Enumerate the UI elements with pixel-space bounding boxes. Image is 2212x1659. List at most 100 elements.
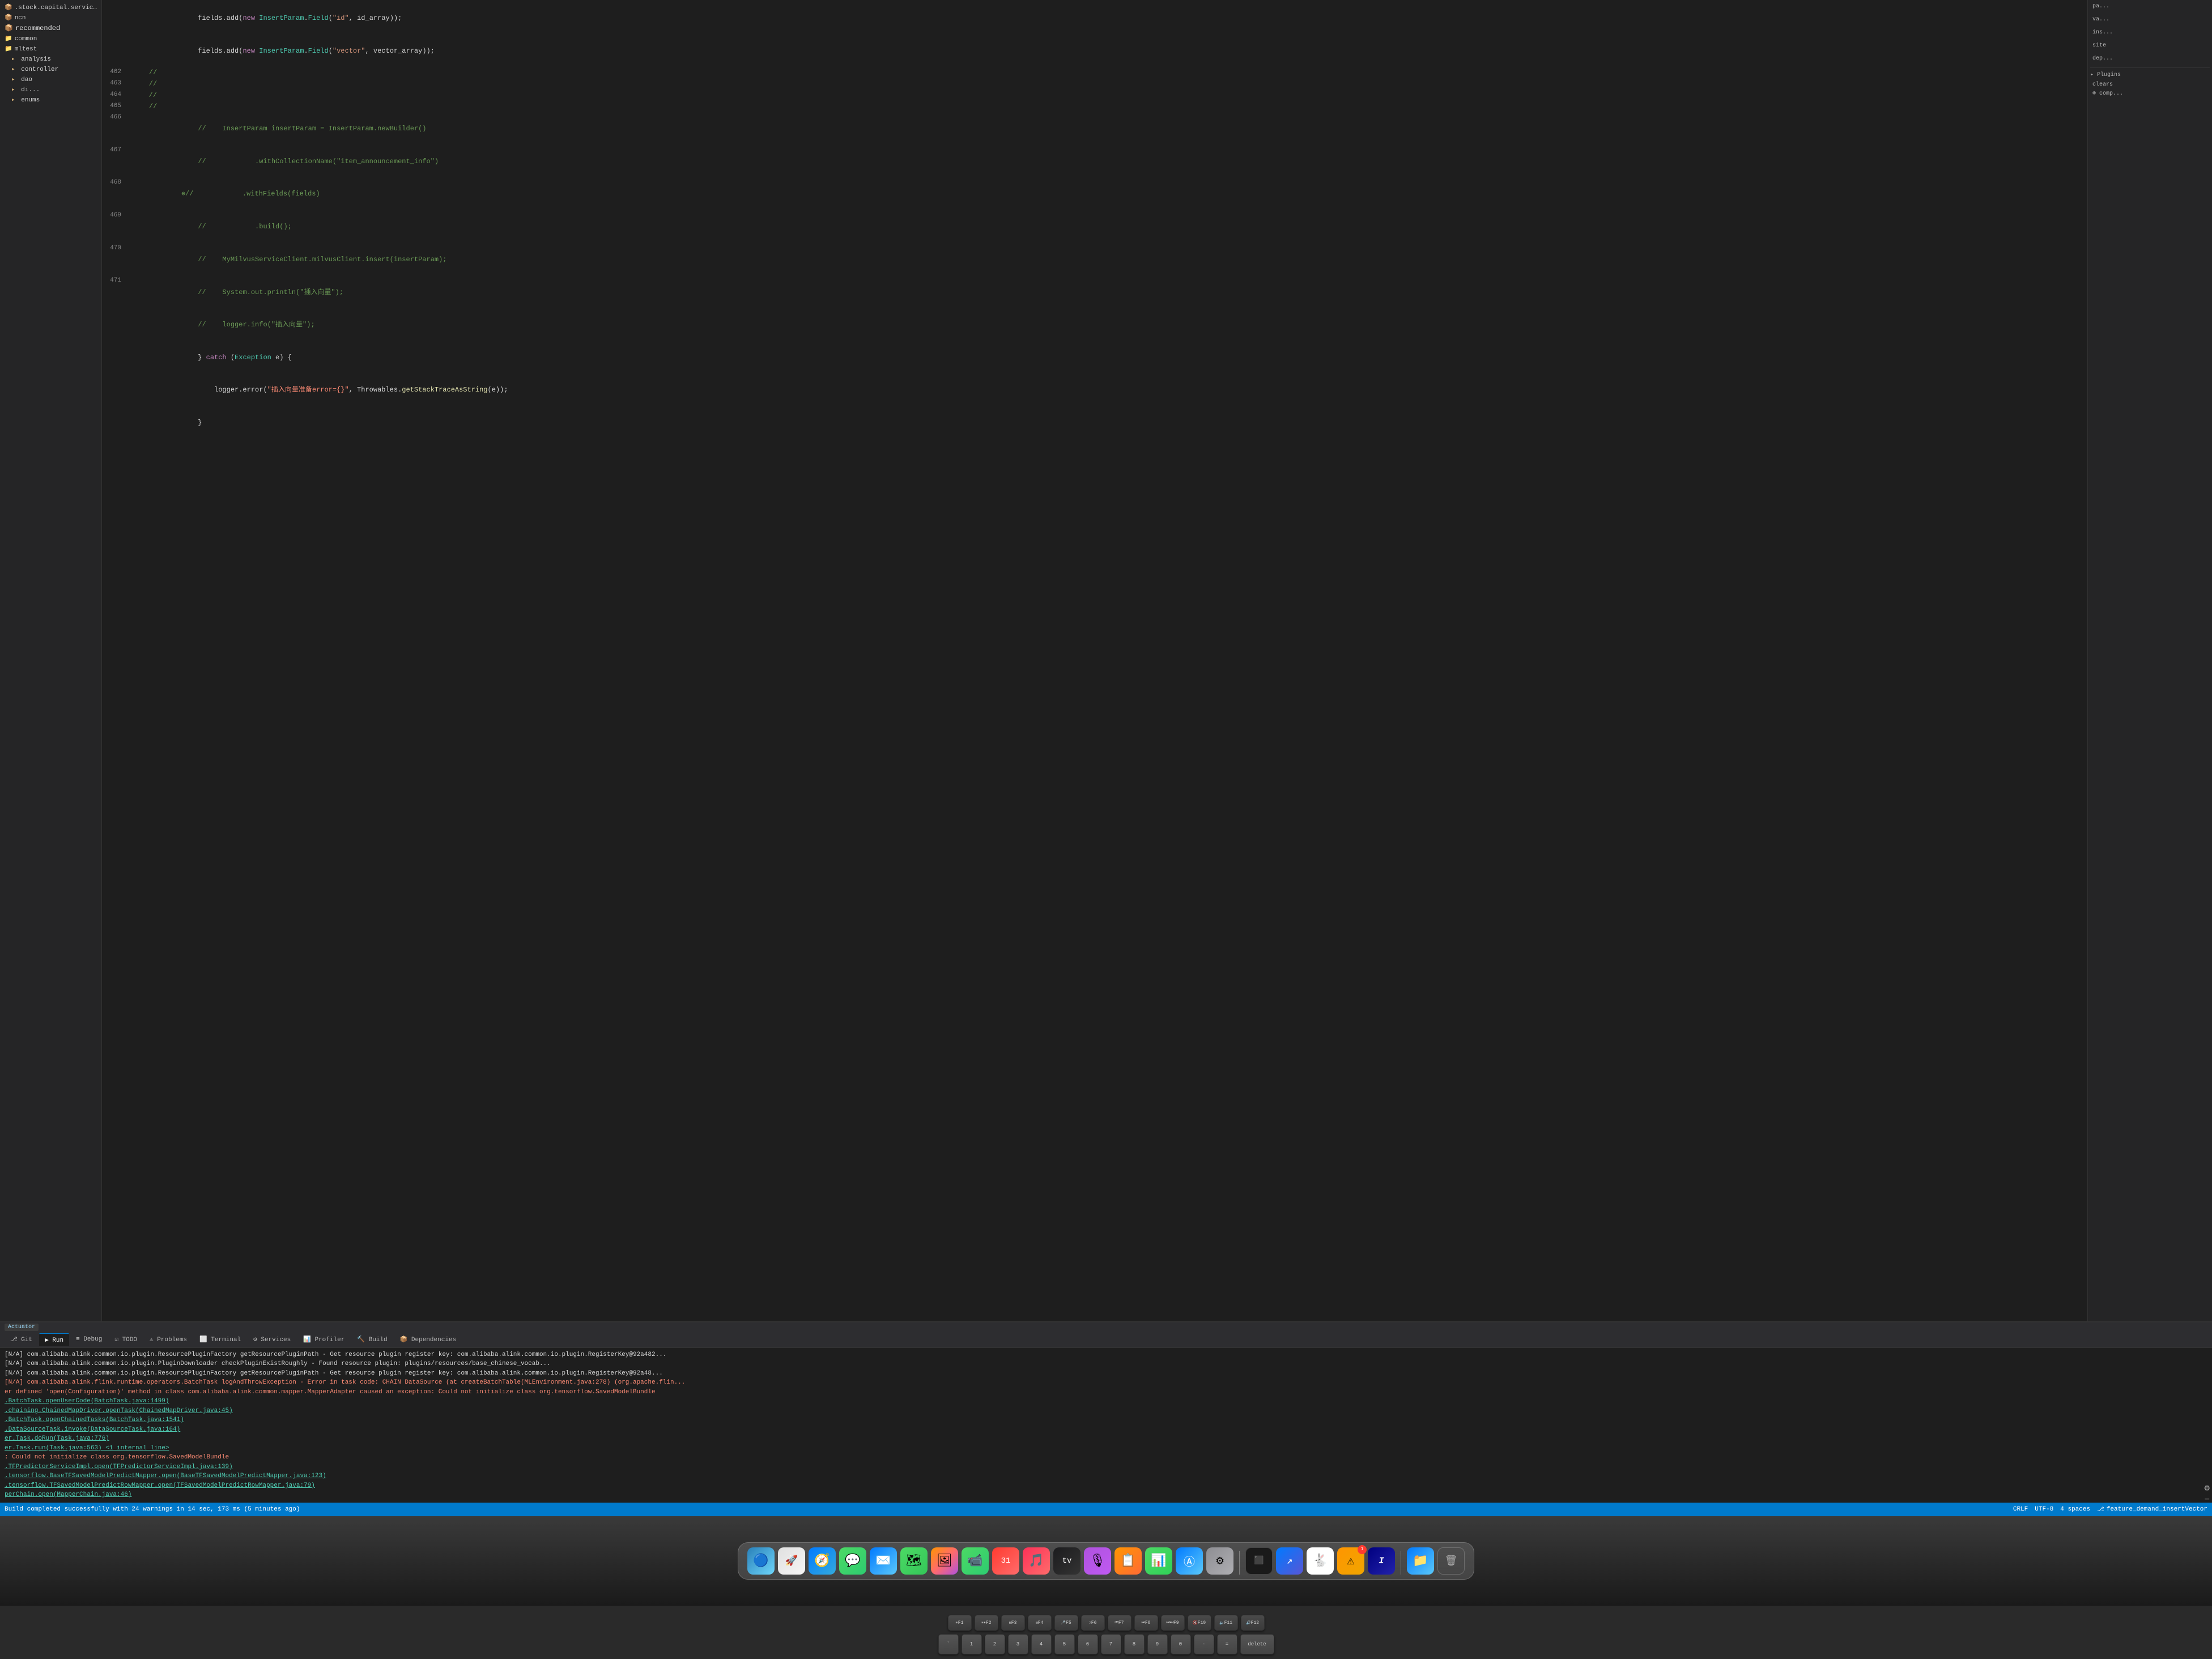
sidebar-item-ncn[interactable]: 📦ncn [0,12,101,23]
key-4[interactable]: 4 [1031,1634,1052,1654]
console-line-link[interactable]: .DataSourceTask.invoke(DataSourceTask.ja… [5,1425,2207,1435]
key-f7[interactable]: ⏮F7 [1108,1615,1131,1631]
right-panel-item-pa[interactable]: pa... [2090,2,2210,11]
sidebar-item-dao[interactable]: ▸ dao [0,74,101,84]
dock-item-notification[interactable]: ⚠ 1 [1337,1547,1364,1575]
tab-terminal[interactable]: ⬜ Terminal [194,1333,246,1346]
status-charset: UTF-8 [2035,1506,2053,1513]
sidebar-item-controller[interactable]: ▸ controller [0,64,101,74]
sidebar-item-di[interactable]: ▸ di... [0,84,101,95]
dock: 🔵 🚀 🧭 💬 ✉️ 🗺 🖼 📹 31 🎵 tv 🎙 📋 📊 Ⓐ ⚙ ⬛ ↗ 🐇… [738,1542,1474,1580]
key-1[interactable]: 1 [962,1634,982,1654]
key-f4[interactable]: ⊟F4 [1028,1615,1052,1631]
dock-item-mail[interactable]: ✉️ [870,1547,897,1575]
right-panel-item-site[interactable]: site [2090,41,2210,50]
dock-item-music[interactable]: 🎵 [1023,1547,1050,1575]
right-panel-section-dep: dep... [2090,54,2210,63]
dock-item-rabbithole[interactable]: 🐇 [1307,1547,1334,1575]
dock-item-maps[interactable]: 🗺 [900,1547,928,1575]
key-6[interactable]: 6 [1078,1634,1098,1654]
console-line-link[interactable]: .tensorflow.TFSavedModelPredictRowMapper… [5,1481,2207,1491]
tab-git[interactable]: ⎇ Git [5,1333,38,1346]
console-line-link[interactable]: .TFPredictorServiceImpl.open(TFPredictor… [5,1462,2207,1472]
key-f1[interactable]: ☀F1 [948,1615,972,1631]
key-0[interactable]: 0 [1171,1634,1191,1654]
dock-item-photos[interactable]: 🖼 [931,1547,958,1575]
console-line-link[interactable]: perChain.open(MapperChain.java:46) [5,1490,2207,1500]
console-tabs: ⎇ Git ▶ Run ≡ Debug ☑ TODO ⚠ Problems ⬜ … [0,1332,2212,1348]
right-panel-item-ins[interactable]: ins... [2090,28,2210,37]
sidebar-item-analysis[interactable]: ▸ analysis [0,54,101,64]
dock-item-files[interactable]: 📁 [1407,1547,1434,1575]
status-indent: 4 spaces [2060,1506,2090,1513]
dock-item-calendar[interactable]: 31 [992,1547,1019,1575]
code-lines: fields.add(new InsertParam.Field("id", i… [102,0,2087,441]
dock-item-finder[interactable]: 🔵 [747,1547,775,1575]
dock-item-podcasts[interactable]: 🎙 [1084,1547,1111,1575]
code-line: } catch (Exception e) { [102,341,2087,374]
right-panel-item-va[interactable]: va... [2090,15,2210,24]
key-9[interactable]: 9 [1147,1634,1168,1654]
right-panel-item-clears[interactable]: clears [2090,80,2210,89]
tab-debug[interactable]: ≡ Debug [70,1334,108,1345]
dock-item-launchpad[interactable]: 🚀 [778,1547,805,1575]
right-panel-item-comp[interactable]: ⊕ comp... [2090,89,2210,98]
key-equals[interactable]: = [1217,1634,1237,1654]
key-f9[interactable]: ⏭⏭F9 [1161,1615,1185,1631]
key-f2[interactable]: ☀☀F2 [975,1615,998,1631]
code-line: 468 ⊖// .withFields(fields) [102,178,2087,211]
right-panel-item-dep[interactable]: dep... [2090,54,2210,63]
tab-services[interactable]: ⚙ Services [248,1333,296,1346]
sidebar-item-mltest[interactable]: 📁mltest [0,44,101,54]
dock-item-settings[interactable]: ⚙ [1206,1547,1233,1575]
key-f3[interactable]: ⊞F3 [1001,1615,1025,1631]
key-f10[interactable]: 🔇F10 [1188,1615,1211,1631]
dock-item-numbers[interactable]: 📊 [1145,1547,1172,1575]
dock-item-facetime[interactable]: 📹 [962,1547,989,1575]
status-bar: Build completed successfully with 24 war… [0,1503,2212,1516]
tab-run[interactable]: ▶ Run [39,1333,69,1346]
encoding-text: CRLF [2013,1506,2028,1513]
tab-dependencies[interactable]: 📦 Dependencies [394,1333,462,1346]
sidebar-item-enums[interactable]: ▸ enums [0,95,101,105]
key-8[interactable]: 8 [1124,1634,1145,1654]
key-backtick[interactable]: ` [938,1634,959,1654]
console-line-link[interactable]: .BatchTask.openUserCode(BatchTask.java:1… [5,1397,2207,1406]
key-minus[interactable]: - [1194,1634,1214,1654]
sidebar-item-common[interactable]: 📁common [0,33,101,44]
dock-item-keynote[interactable]: 📋 [1114,1547,1142,1575]
dock-item-intellij[interactable]: I [1368,1547,1395,1575]
key-5[interactable]: 5 [1054,1634,1075,1654]
key-2[interactable]: 2 [985,1634,1005,1654]
tab-problems[interactable]: ⚠ Problems [144,1333,193,1346]
key-f5[interactable]: 🎤F5 [1054,1615,1078,1631]
key-f11[interactable]: 🔈F11 [1214,1615,1238,1631]
dock-item-safari[interactable]: 🧭 [809,1547,836,1575]
dock-item-appstore[interactable]: Ⓐ [1176,1547,1203,1575]
key-f12[interactable]: 🔊F12 [1241,1615,1265,1631]
key-f8[interactable]: ⏭F8 [1134,1615,1158,1631]
tab-todo[interactable]: ☑ TODO [109,1333,143,1346]
dock-item-cursor[interactable]: ↗ [1276,1547,1303,1575]
ide-container: 📦.stock.capital.services 📦ncn 📦recommend… [0,0,2212,1516]
tab-profiler[interactable]: 📊 Profiler [297,1333,350,1346]
dock-item-messages[interactable]: 💬 [839,1547,866,1575]
dock-item-tv[interactable]: tv [1053,1547,1081,1575]
console-line-link[interactable]: .chaining.ChainedMapDriver.openTask(Chai… [5,1406,2207,1416]
key-7[interactable]: 7 [1101,1634,1121,1654]
dock-item-terminal[interactable]: ⬛ [1245,1547,1273,1575]
key-delete[interactable]: delete [1240,1634,1274,1654]
sidebar-item-recommended[interactable]: 📦recommended [0,23,101,33]
console-line-link[interactable]: er.Task.doRun(Task.java:776) [5,1434,2207,1444]
sidebar-item-stock[interactable]: 📦.stock.capital.services [0,2,101,12]
status-encoding: CRLF [2013,1506,2028,1513]
console-line-link[interactable]: .BatchTask.openChainedTasks(BatchTask.ja… [5,1415,2207,1425]
tab-build[interactable]: 🔨 Build [351,1333,393,1346]
key-3[interactable]: 3 [1008,1634,1028,1654]
build-status-text: Build completed successfully with 24 war… [5,1506,300,1513]
dock-item-trash[interactable]: 🗑 [1437,1547,1465,1575]
console-line-link[interactable]: er.Task.run(Task.java:563) <1 internal l… [5,1444,2207,1453]
code-line: 467 // .withCollectionName("item_announc… [102,146,2087,178]
console-line-link[interactable]: .tensorflow.BaseTFSavedModelPredictMappe… [5,1471,2207,1481]
key-f6[interactable]: ☽F6 [1081,1615,1105,1631]
